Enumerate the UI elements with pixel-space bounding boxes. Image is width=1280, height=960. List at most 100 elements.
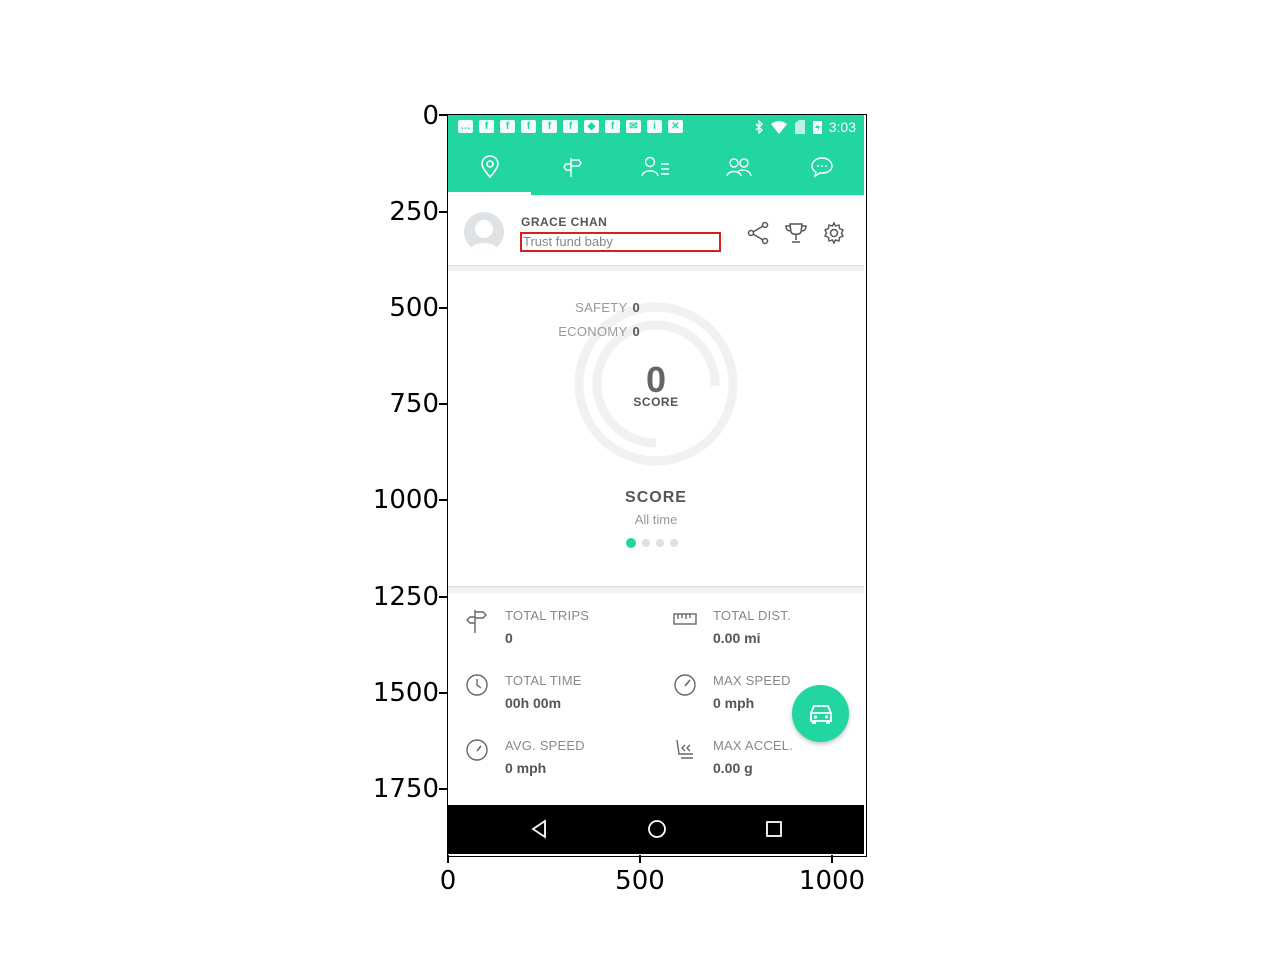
tab-map[interactable] bbox=[448, 138, 532, 195]
facebook-icon: f bbox=[479, 120, 494, 133]
profile-tagline[interactable]: Trust fund baby bbox=[520, 232, 721, 252]
facebook-icon: f bbox=[521, 120, 536, 133]
stat-value: 0 mph bbox=[505, 760, 547, 776]
profile-actions bbox=[746, 221, 846, 245]
back-icon[interactable] bbox=[530, 818, 548, 840]
bluetooth-icon bbox=[755, 120, 763, 134]
satellite-icon: ✕ bbox=[668, 120, 683, 133]
x-tick-mark bbox=[447, 855, 449, 863]
stat-value: 0 bbox=[505, 630, 513, 646]
tab-chat[interactable] bbox=[781, 138, 864, 195]
x-tick-mark bbox=[831, 855, 833, 863]
pager-dots bbox=[626, 538, 678, 548]
message-icon: … bbox=[458, 120, 473, 133]
location-pin-icon bbox=[480, 154, 499, 178]
pager-dot[interactable] bbox=[642, 539, 650, 547]
signpost-icon bbox=[466, 610, 487, 633]
default-avatar-icon bbox=[469, 220, 499, 252]
y-tick-mark bbox=[439, 307, 447, 309]
y-tick-label: 0 bbox=[422, 101, 439, 131]
group-icon bbox=[726, 157, 752, 176]
facebook-icon: f bbox=[500, 120, 515, 133]
y-tick-label: 750 bbox=[389, 389, 439, 419]
clock-icon bbox=[466, 674, 488, 696]
pager-dot[interactable] bbox=[670, 539, 678, 547]
y-tick-mark bbox=[439, 692, 447, 694]
user-list-icon bbox=[641, 156, 669, 176]
notification-icons: … f f f f f ◆ f ✉ i ✕ bbox=[458, 120, 683, 133]
info-icon: i bbox=[647, 120, 662, 133]
shield-icon: ◆ bbox=[584, 120, 599, 133]
x-tick-label: 500 bbox=[615, 866, 665, 896]
facebook-icon: f bbox=[605, 120, 620, 133]
y-tick-mark bbox=[439, 211, 447, 213]
profile-header: GRACE CHAN Trust fund baby bbox=[448, 196, 864, 266]
x-tick-label: 0 bbox=[439, 866, 457, 896]
y-tick-mark bbox=[439, 403, 447, 405]
trophy-icon[interactable] bbox=[784, 221, 808, 245]
x-tick-label: 1000 bbox=[798, 866, 866, 896]
signpost-icon bbox=[562, 157, 582, 177]
pager-dot[interactable] bbox=[656, 539, 664, 547]
y-tick-mark bbox=[439, 596, 447, 598]
acceleration-seat-icon bbox=[676, 739, 693, 759]
stat-label: MAX SPEED bbox=[713, 673, 791, 688]
tab-bar bbox=[448, 138, 864, 195]
y-tick-label: 1750 bbox=[372, 774, 439, 804]
stat-label: TOTAL TRIPS bbox=[505, 608, 590, 623]
start-drive-button[interactable] bbox=[792, 685, 849, 742]
safety-value: 0 bbox=[632, 300, 640, 315]
pager-dot-active[interactable] bbox=[626, 538, 636, 548]
stat-label: TOTAL DIST. bbox=[713, 608, 791, 623]
facebook-icon: f bbox=[563, 120, 578, 133]
stat-label: AVG. SPEED bbox=[505, 738, 585, 753]
y-tick-label: 1000 bbox=[372, 485, 439, 515]
safety-label: SAFETY bbox=[575, 300, 628, 315]
gauge-icon bbox=[466, 739, 488, 761]
car-icon bbox=[809, 704, 832, 724]
score-caption: SCORE bbox=[633, 395, 679, 409]
mail-icon: ✉ bbox=[626, 120, 641, 133]
stat-value: 0.00 g bbox=[713, 760, 753, 776]
speedometer-icon bbox=[674, 674, 696, 696]
score-subtitle: All time bbox=[634, 512, 678, 527]
tab-profile-list[interactable] bbox=[614, 138, 697, 195]
y-tick-label: 250 bbox=[389, 197, 439, 227]
x-tick-mark bbox=[639, 855, 641, 863]
avatar[interactable] bbox=[464, 212, 504, 252]
y-tick-label: 1250 bbox=[372, 582, 439, 612]
stat-value: 00h 00m bbox=[505, 695, 562, 711]
status-time: 3:03 bbox=[828, 119, 856, 135]
economy-value: 0 bbox=[632, 324, 640, 339]
stat-value: 0 mph bbox=[713, 695, 755, 711]
stat-label: TOTAL TIME bbox=[505, 673, 582, 688]
profile-name: GRACE CHAN bbox=[521, 215, 608, 229]
stat-label: MAX ACCEL. bbox=[713, 738, 794, 753]
y-tick-mark bbox=[439, 114, 447, 116]
y-tick-label: 1500 bbox=[372, 678, 439, 708]
phone-screen: … f f f f f ◆ f ✉ i ✕ 3:03 GRACE CHAN Tr… bbox=[448, 115, 864, 854]
status-bar: … f f f f f ◆ f ✉ i ✕ 3:03 bbox=[448, 115, 864, 138]
safety-metric: SAFETY 0 bbox=[538, 300, 640, 315]
system-tray: 3:03 bbox=[754, 119, 856, 135]
economy-label: ECONOMY bbox=[558, 324, 628, 339]
gear-icon[interactable] bbox=[822, 221, 846, 245]
score-title: SCORE bbox=[625, 489, 687, 506]
facebook-icon: f bbox=[542, 120, 557, 133]
tab-friends[interactable] bbox=[698, 138, 781, 195]
home-icon[interactable] bbox=[646, 818, 668, 840]
score-card[interactable]: SAFETY 0 ECONOMY 0 0 SCORE SCORE All time bbox=[448, 271, 864, 587]
stat-value: 0.00 mi bbox=[713, 630, 761, 646]
system-nav-bar bbox=[448, 805, 864, 854]
recents-icon[interactable] bbox=[764, 818, 784, 840]
y-tick-mark bbox=[439, 788, 447, 790]
no-sim-icon bbox=[794, 120, 805, 134]
y-tick-label: 500 bbox=[389, 293, 439, 323]
economy-metric: ECONOMY 0 bbox=[508, 324, 640, 339]
share-icon[interactable] bbox=[746, 221, 770, 245]
battery-charging-icon bbox=[812, 121, 822, 134]
y-tick-mark bbox=[439, 499, 447, 501]
tab-trips[interactable] bbox=[531, 138, 614, 195]
chat-icon bbox=[811, 156, 834, 177]
wifi-icon bbox=[770, 120, 787, 134]
